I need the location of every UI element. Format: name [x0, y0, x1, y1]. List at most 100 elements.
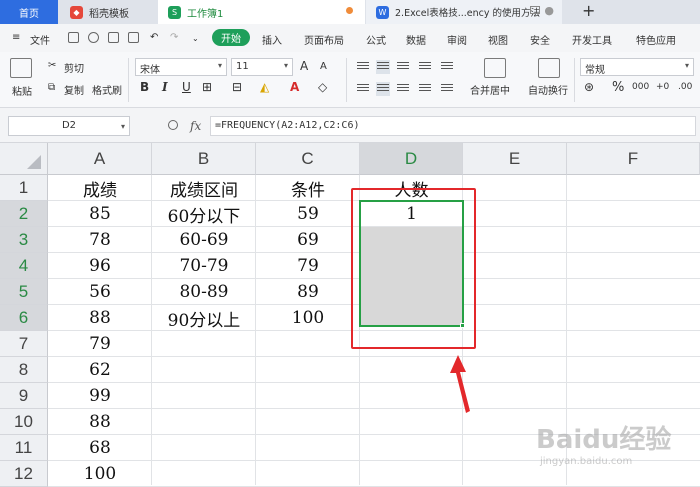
- cell-b3[interactable]: 60-69: [152, 227, 256, 253]
- print-icon[interactable]: [108, 32, 119, 43]
- column-header-e[interactable]: E: [463, 143, 567, 175]
- row-header-6[interactable]: 6: [0, 305, 48, 331]
- merge-icon[interactable]: [484, 58, 506, 78]
- menu-dev[interactable]: 开发工具: [572, 32, 612, 47]
- column-header-d[interactable]: D: [360, 143, 463, 175]
- column-header-c[interactable]: C: [256, 143, 360, 175]
- cell-c2[interactable]: 59: [256, 201, 360, 227]
- shrink-font-button[interactable]: A: [320, 61, 327, 72]
- cell-b2[interactable]: 60分以下: [152, 201, 256, 227]
- underline-button[interactable]: U: [182, 80, 191, 94]
- indent-icon[interactable]: [418, 60, 432, 74]
- fill-icon[interactable]: ⊟: [232, 80, 242, 94]
- row-header-2[interactable]: 2: [0, 201, 48, 227]
- cell-a3[interactable]: 78: [48, 227, 152, 253]
- tab-workbook[interactable]: S 工作簿1: [158, 0, 365, 24]
- close-icon[interactable]: ●: [544, 4, 554, 17]
- row-header-9[interactable]: 9: [0, 383, 48, 409]
- merge-center-button[interactable]: 合并居中: [470, 82, 510, 97]
- cell-c3[interactable]: 69: [256, 227, 360, 253]
- row-header-11[interactable]: 11: [0, 435, 48, 461]
- cell-a2[interactable]: 85: [48, 201, 152, 227]
- row-header-8[interactable]: 8: [0, 357, 48, 383]
- menu-formula[interactable]: 公式: [366, 32, 386, 47]
- increase-decimal-icon[interactable]: +0: [656, 82, 669, 92]
- menu-security[interactable]: 安全: [530, 32, 550, 47]
- tab-home[interactable]: 首页: [0, 0, 58, 24]
- undo-icon[interactable]: ↶: [150, 32, 158, 43]
- font-color-icon[interactable]: A: [290, 80, 299, 94]
- print-preview-icon[interactable]: [128, 32, 139, 43]
- menu-insert[interactable]: 插入: [262, 32, 282, 47]
- paste-icon[interactable]: [10, 58, 32, 78]
- currency-icon[interactable]: ⊛: [584, 80, 594, 94]
- menu-file[interactable]: 文件: [30, 32, 50, 47]
- row-header-5[interactable]: 5: [0, 279, 48, 305]
- thousands-icon[interactable]: 000: [632, 82, 649, 92]
- align-bottom-icon[interactable]: [396, 60, 410, 74]
- hamburger-icon[interactable]: ≡: [12, 32, 20, 43]
- formula-input[interactable]: =FREQUENCY(A2:A12,C2:C6): [210, 116, 696, 136]
- percent-button[interactable]: %: [612, 80, 624, 95]
- zoom-icon[interactable]: [168, 120, 178, 130]
- eraser-icon[interactable]: ◇: [318, 80, 327, 94]
- cell-a1[interactable]: 成绩: [48, 175, 152, 201]
- cell-a12[interactable]: 100: [48, 461, 152, 487]
- redo-icon[interactable]: ↷: [170, 32, 178, 43]
- menu-layout[interactable]: 页面布局: [304, 32, 344, 47]
- tab-article[interactable]: W 2.Excel表格技...ency 的使用方法 ●: [366, 0, 562, 24]
- align-left-icon[interactable]: [356, 82, 370, 96]
- cut-button[interactable]: 剪切: [64, 60, 84, 75]
- border-icon[interactable]: ⊞: [202, 80, 212, 94]
- new-tab-button[interactable]: +: [582, 1, 595, 20]
- bold-button[interactable]: B: [140, 80, 149, 94]
- outdent-icon[interactable]: [440, 60, 454, 74]
- column-header-a[interactable]: A: [48, 143, 152, 175]
- grow-font-button[interactable]: A: [300, 59, 308, 73]
- cell-a10[interactable]: 88: [48, 409, 152, 435]
- cell-a6[interactable]: 88: [48, 305, 152, 331]
- row-header-4[interactable]: 4: [0, 253, 48, 279]
- row-header-10[interactable]: 10: [0, 409, 48, 435]
- justify-icon[interactable]: [418, 82, 432, 96]
- menu-review[interactable]: 审阅: [447, 32, 467, 47]
- distribute-icon[interactable]: [440, 82, 454, 96]
- wrap-text-button[interactable]: 自动换行: [528, 82, 568, 97]
- cell-c5[interactable]: 89: [256, 279, 360, 305]
- column-header-f[interactable]: F: [567, 143, 700, 175]
- font-size-select[interactable]: 11 ▾: [231, 58, 293, 76]
- row-header-1[interactable]: 1: [0, 175, 48, 201]
- cell-a5[interactable]: 56: [48, 279, 152, 305]
- row-header-7[interactable]: 7: [0, 331, 48, 357]
- menu-special[interactable]: 特色应用: [636, 32, 676, 47]
- tab-template[interactable]: ◆ 稻壳模板: [60, 0, 157, 24]
- format-painter-button[interactable]: 格式刷: [92, 82, 122, 97]
- align-middle-icon[interactable]: [376, 60, 390, 74]
- wrap-icon[interactable]: [538, 58, 560, 78]
- align-top-icon[interactable]: [356, 60, 370, 74]
- menu-data[interactable]: 数据: [406, 32, 426, 47]
- highlight-icon[interactable]: ◭: [260, 80, 269, 94]
- align-center-icon[interactable]: [376, 82, 390, 96]
- cell-a4[interactable]: 96: [48, 253, 152, 279]
- font-name-select[interactable]: 宋体 ▾: [135, 58, 227, 76]
- menu-start[interactable]: 开始: [212, 29, 250, 46]
- number-format-select[interactable]: 常规 ▾: [580, 58, 694, 76]
- row-header-3[interactable]: 3: [0, 227, 48, 253]
- cell-b4[interactable]: 70-79: [152, 253, 256, 279]
- cell-c6[interactable]: 100: [256, 305, 360, 331]
- column-header-b[interactable]: B: [152, 143, 256, 175]
- chevron-down-icon[interactable]: ⌄: [192, 34, 199, 43]
- export-icon[interactable]: [88, 32, 99, 43]
- name-box[interactable]: D2 ▾: [8, 116, 130, 136]
- cell-b5[interactable]: 80-89: [152, 279, 256, 305]
- cell-b6[interactable]: 90分以上: [152, 305, 256, 331]
- row-header-12[interactable]: 12: [0, 461, 48, 487]
- cell-a7[interactable]: 79: [48, 331, 152, 357]
- cell-a9[interactable]: 99: [48, 383, 152, 409]
- cell-a11[interactable]: 68: [48, 435, 152, 461]
- align-right-icon[interactable]: [396, 82, 410, 96]
- decrease-decimal-icon[interactable]: .00: [678, 82, 692, 92]
- save-icon[interactable]: [68, 32, 79, 43]
- copy-button[interactable]: 复制: [64, 82, 84, 97]
